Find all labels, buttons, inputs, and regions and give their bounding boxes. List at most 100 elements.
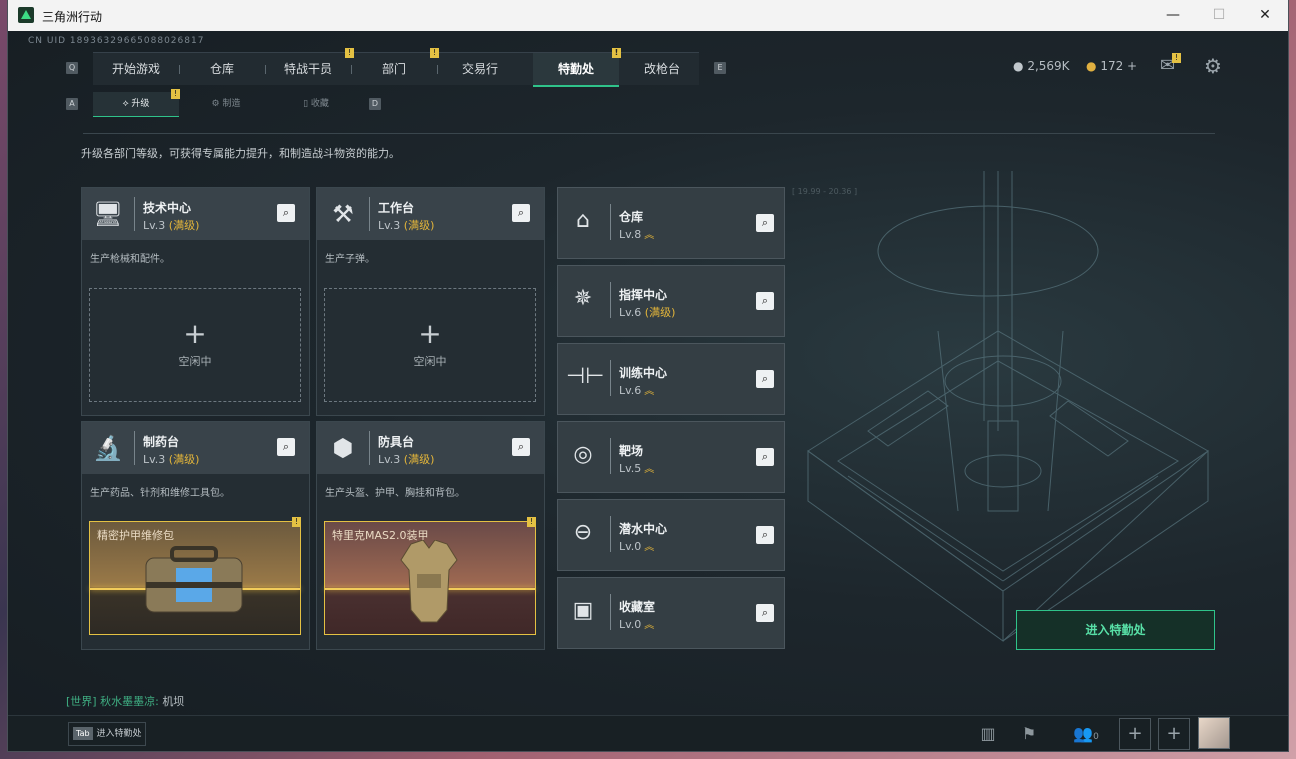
key-hint-a: A: [66, 98, 78, 110]
command-emblem-icon: ✵: [573, 286, 593, 311]
facility-name: 仓库: [619, 210, 644, 224]
close-button[interactable]: ✕: [1242, 0, 1288, 31]
tab-gunsmith[interactable]: 改枪台: [619, 53, 705, 85]
subtab-craft[interactable]: ⚙ 制造: [183, 92, 269, 116]
facility-name: 收藏室: [619, 600, 656, 614]
friends-icon[interactable]: 👥0: [1066, 719, 1106, 749]
facility-warehouse[interactable]: ⌂ 仓库 Lv.8 ︽ ⌕: [557, 187, 785, 259]
facility-level: Lv.3 (满级): [378, 453, 435, 466]
subtab-upgrade[interactable]: ⟡ 升级!: [93, 89, 180, 117]
card-header: ⚒ 工作台 Lv.3 (满级) ⌕: [317, 188, 544, 240]
chat-nickname: 秋水墨墨凉:: [100, 695, 159, 708]
flag-icon[interactable]: ⚑: [1014, 719, 1044, 749]
maximize-button[interactable]: ☐: [1196, 0, 1242, 31]
facility-name: 训练中心: [619, 366, 668, 380]
facility-name: 制药台: [143, 435, 180, 449]
search-icon[interactable]: ⌕: [756, 370, 774, 388]
sub-tab-bar: ⟡ 升级! ⚙ 制造 ▯ 收藏: [93, 89, 353, 117]
notification-badge: !: [292, 517, 301, 527]
enter-special-ops-button[interactable]: 进入特勤处: [1016, 610, 1215, 650]
production-slot-active[interactable]: 特里克MAS2.0装甲 !: [324, 517, 536, 635]
tab-warehouse[interactable]: 仓库: [179, 53, 265, 85]
facility-shooting-range[interactable]: ◎ 靶场 Lv.5 ︽ ⌕: [557, 421, 785, 493]
divider: [134, 431, 135, 465]
divider: [610, 282, 611, 318]
upgrade-available-icon: ︽: [644, 230, 655, 241]
game-window: 三角洲行动 — ☐ ✕ [19.99 - 20.36] CN UID 189…: [8, 0, 1288, 751]
facility-card-armor-bench[interactable]: ⬢ 防具台 Lv.3 (满级) ⌕ 生产头盔、护甲、胸挂和背包。 特里克MAS2…: [316, 421, 545, 650]
search-icon[interactable]: ⌕: [512, 204, 530, 222]
game-view: [ 19.99 - 20.36 ] CN UID 189363296650880…: [8, 31, 1288, 751]
tools-icon: ⚒: [332, 200, 354, 228]
facility-description: 生产头盔、护甲、胸挂和背包。: [325, 488, 465, 499]
stats-chart-icon[interactable]: ▥: [973, 719, 1003, 749]
warehouse-icon: ⌂: [576, 208, 590, 233]
search-icon[interactable]: ⌕: [756, 214, 774, 232]
dumbbell-icon: ⊣⊢: [566, 364, 605, 389]
production-slot-active[interactable]: 精密护甲维修包 !: [89, 517, 301, 635]
tab-start-game[interactable]: 开始游戏: [93, 53, 179, 85]
tab-operators[interactable]: 特战干员!: [265, 48, 354, 85]
facility-card-pharmacy[interactable]: 🔬 制药台 Lv.3 (满级) ⌕ 生产药品、针剂和维修工具包。 精密护甲维修包…: [81, 421, 310, 650]
computer-icon: 🖥: [92, 200, 124, 228]
slot-status: 空闲中: [413, 355, 447, 368]
facility-collection-room[interactable]: ▣ 收藏室 Lv.0 ︽ ⌕: [557, 577, 785, 649]
facility-description: 生产枪械和配件。: [90, 254, 170, 265]
notification-badge: !: [527, 517, 536, 527]
facility-level: Lv.8 ︽: [619, 228, 655, 241]
divider: [610, 360, 611, 396]
search-icon[interactable]: ⌕: [756, 448, 774, 466]
tab-special-ops[interactable]: 特勤处!: [533, 48, 621, 87]
tab-trading[interactable]: 交易行: [437, 53, 523, 85]
chat-text: 机坝: [162, 695, 185, 708]
facility-description: 生产药品、针剂和维修工具包。: [90, 488, 230, 499]
product-name: 精密护甲维修包: [97, 529, 174, 542]
facility-level: Lv.6 ︽: [619, 384, 655, 397]
window-titlebar: 三角洲行动 — ☐ ✕: [8, 0, 1288, 31]
facility-level: Lv.3 (满级): [143, 219, 200, 232]
search-icon[interactable]: ⌕: [756, 526, 774, 544]
add-party-slot-button[interactable]: +: [1119, 718, 1151, 750]
facility-training-center[interactable]: ⊣⊢ 训练中心 Lv.6 ︽ ⌕: [557, 343, 785, 415]
facility-command-center[interactable]: ✵ 指挥中心 Lv.6 (满级) ⌕: [557, 265, 785, 337]
search-icon[interactable]: ⌕: [756, 292, 774, 310]
facility-diving-center[interactable]: ⊖ 潜水中心 Lv.0 ︽ ⌕: [557, 499, 785, 571]
upgrade-available-icon: ︽: [644, 620, 655, 631]
facility-name: 技术中心: [143, 201, 192, 215]
facility-level: Lv.3 (满级): [378, 219, 435, 232]
divider: [83, 133, 1215, 134]
search-icon[interactable]: ⌕: [277, 438, 295, 456]
facility-name: 潜水中心: [619, 522, 668, 536]
card-header: 🔬 制药台 Lv.3 (满级) ⌕: [82, 422, 309, 474]
subtab-collection[interactable]: ▯ 收藏: [273, 92, 359, 116]
plus-icon: +: [418, 317, 442, 350]
coin-balance[interactable]: ● 2,569K: [1013, 59, 1070, 73]
key-hint-d: D: [369, 98, 381, 110]
search-icon[interactable]: ⌕: [512, 438, 530, 456]
search-icon[interactable]: ⌕: [277, 204, 295, 222]
notification-badge: !: [171, 89, 180, 99]
facility-level: Lv.3 (满级): [143, 453, 200, 466]
player-avatar[interactable]: [1198, 717, 1230, 749]
add-party-slot-button[interactable]: +: [1158, 718, 1190, 750]
production-slot-empty[interactable]: + 空闲中: [324, 288, 536, 402]
tab-shortcut-button[interactable]: Tab 进入特勤处: [68, 722, 146, 746]
mail-icon[interactable]: ✉!: [1160, 53, 1182, 76]
friends-count: 0: [1093, 732, 1099, 742]
settings-gear-icon[interactable]: ⚙: [1204, 54, 1222, 78]
special-ops-base-illustration: [807, 171, 1209, 642]
target-icon: ◎: [573, 442, 593, 467]
facility-card-workbench[interactable]: ⚒ 工作台 Lv.3 (满级) ⌕ 生产子弹。 + 空闲中: [316, 187, 545, 416]
tab-department[interactable]: 部门!: [351, 48, 439, 85]
facility-card-tech-center[interactable]: 🖥 技术中心 Lv.3 (满级) ⌕ 生产枪械和配件。 + 空闲中: [81, 187, 310, 416]
token-balance[interactable]: ● 172 +: [1086, 59, 1137, 73]
production-slot-empty[interactable]: + 空闲中: [89, 288, 301, 402]
app-logo-icon: [18, 7, 34, 23]
deco-coordinates: [ 19.99 - 20.36 ]: [792, 187, 858, 196]
search-icon[interactable]: ⌕: [756, 604, 774, 622]
diving-mask-icon: ⊖: [573, 520, 593, 545]
world-chat-message[interactable]: [世界] 秋水墨墨凉: 机坝: [66, 693, 184, 709]
minimize-button[interactable]: —: [1150, 0, 1196, 31]
divider: [134, 197, 135, 231]
facility-level: Lv.6 (满级): [619, 306, 676, 319]
